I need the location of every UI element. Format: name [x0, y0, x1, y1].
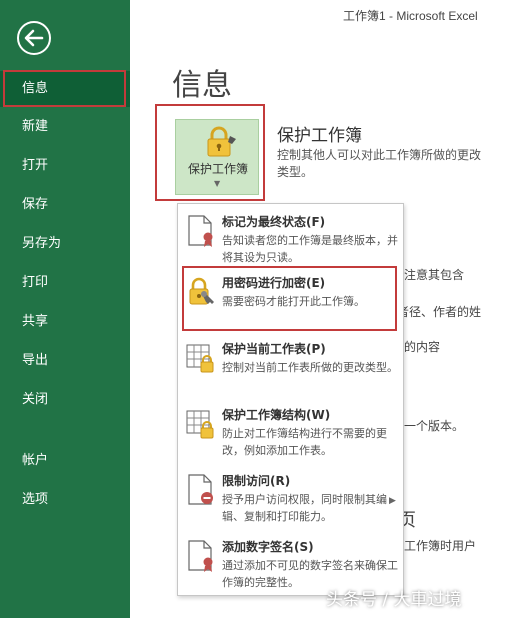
menu-item-title: 限制访问(R): [222, 474, 291, 488]
menu-item-description: 防止对工作簿结构进行不需要的更改，例如添加工作表。: [222, 427, 387, 457]
menu-item-title: 添加数字签名(S): [222, 540, 314, 554]
nav-print[interactable]: 打印: [0, 265, 130, 301]
menu-item-protect-sheet[interactable]: 保护当前工作表(P) 控制对当前工作表所做的更改类型。: [178, 337, 403, 399]
nav-export[interactable]: 导出: [0, 343, 130, 379]
menu-item-mark-final[interactable]: 标记为最终状态(F) 告知读者您的工作簿是最终版本，并将其设为只读。: [178, 210, 403, 268]
menu-item-description: 告知读者您的工作簿是最终版本，并将其设为只读。: [222, 234, 398, 264]
nav-save[interactable]: 保存: [0, 187, 130, 223]
nav-account[interactable]: 帐户: [0, 443, 130, 479]
menu-item-title: 保护当前工作表(P): [222, 342, 326, 356]
nav-close[interactable]: 关闭: [0, 382, 130, 418]
protect-section-heading: 保护工作簿: [277, 126, 362, 146]
menu-item-protect-structure[interactable]: 保护工作簿结构(W) 防止对工作簿结构进行不需要的更改，例如添加工作表。: [178, 403, 403, 465]
document-ribbon-icon: [188, 215, 213, 247]
background-text: 工作簿时用户: [404, 539, 477, 553]
menu-item-description: 控制对当前工作表所做的更改类型。: [222, 361, 398, 374]
nav-options[interactable]: 选项: [0, 482, 130, 518]
highlight-box-protect: [155, 104, 265, 201]
back-arrow-icon[interactable]: [16, 20, 52, 56]
menu-item-restrict-access[interactable]: 限制访问(R) 授予用户访问权限，同时限制其编辑、复制和打印能力。 ▶: [178, 469, 403, 531]
protect-section-description: 控制其他人可以对此工作簿所做的更改类型。: [277, 148, 482, 179]
backstage-sidebar: 信息 新建 打开 保存 另存为 打印 共享 导出 关闭 帐户 选项: [0, 0, 130, 618]
background-text: 的内容: [404, 340, 441, 354]
watermark: 头条号 / 大車过境: [326, 590, 462, 610]
workbook-lock-icon: [186, 410, 214, 439]
sheet-lock-icon: [186, 344, 214, 373]
background-text: 注意其包含: [404, 268, 465, 282]
restrict-access-icon: [188, 474, 213, 505]
background-text: 者径、作者的姓: [397, 305, 482, 319]
nav-new[interactable]: 新建: [0, 109, 130, 145]
chevron-right-icon: ▶: [389, 496, 396, 506]
nav-open[interactable]: 打开: [0, 148, 130, 184]
highlight-box-info: [3, 70, 126, 107]
highlight-box-encrypt: [182, 266, 397, 331]
menu-item-title: 保护工作簿结构(W): [222, 408, 331, 422]
nav-share[interactable]: 共享: [0, 304, 130, 340]
protect-workbook-dropdown: 标记为最终状态(F) 告知读者您的工作簿是最终版本，并将其设为只读。 用密码进行…: [177, 203, 404, 596]
background-text: 一个版本。: [404, 419, 465, 433]
page-title: 信息: [172, 68, 232, 103]
signature-ribbon-icon: [188, 540, 213, 572]
menu-item-title: 标记为最终状态(F): [222, 215, 326, 229]
nav-save-as[interactable]: 另存为: [0, 226, 130, 262]
menu-item-description: 授予用户访问权限，同时限制其编辑、复制和打印能力。: [222, 493, 387, 523]
window-title: 工作簿1 - Microsoft Excel: [343, 9, 478, 23]
